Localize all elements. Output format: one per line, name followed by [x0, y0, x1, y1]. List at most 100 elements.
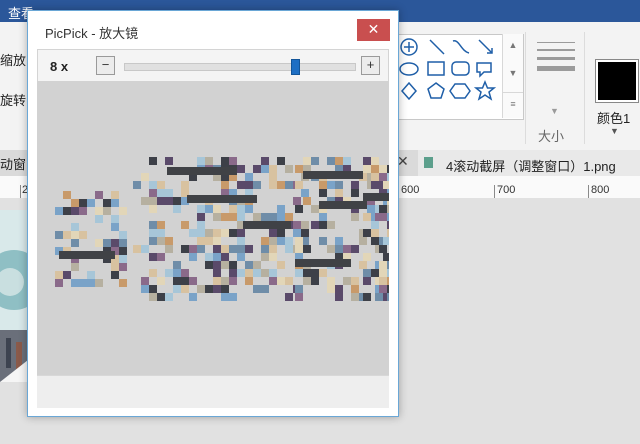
magnified-pixel — [327, 181, 335, 189]
ribbon-divider — [584, 32, 585, 144]
magnified-pixel — [363, 157, 371, 165]
magnified-pixel — [221, 157, 229, 165]
magnified-pixel — [149, 269, 157, 277]
magnified-pixel — [253, 181, 261, 189]
close-button[interactable]: ✕ — [357, 19, 390, 41]
magnified-pixel — [351, 245, 359, 253]
zoom-in-button[interactable]: + — [361, 56, 380, 75]
expand-icon[interactable]: ≡ — [503, 92, 523, 115]
magnified-pixel — [351, 189, 359, 197]
magnified-pixel — [277, 229, 285, 237]
magnified-pixel — [303, 197, 311, 205]
chevron-down-icon[interactable]: ▼ — [610, 126, 619, 136]
magnified-pixel — [181, 245, 189, 253]
magnified-pixel — [205, 261, 213, 269]
magnified-pixel — [229, 261, 237, 269]
magnified-pixel — [95, 239, 103, 247]
size-line-medium — [537, 49, 575, 51]
magnified-pixel — [229, 245, 237, 253]
magnified-pixel — [319, 221, 327, 229]
magnified-pixel — [387, 213, 389, 221]
magnified-pixel — [189, 277, 197, 285]
magnified-pixel — [95, 191, 103, 199]
shapes-scrollbar[interactable]: ▲ ▼ ≡ — [502, 34, 523, 118]
magnified-pixel — [189, 245, 197, 253]
magnified-pixel — [221, 213, 229, 221]
magnified-pixel — [213, 253, 221, 261]
magnified-pixel — [149, 293, 157, 301]
magnified-pixel — [335, 293, 343, 301]
magnified-pixel — [55, 231, 63, 239]
magnified-pixel — [285, 181, 293, 189]
magnifier-title: PicPick - 放大镜 — [45, 26, 139, 41]
magnified-pixel — [71, 231, 79, 239]
magnified-pixel — [165, 245, 173, 253]
magnified-pixel — [285, 293, 293, 301]
magnified-pixel — [277, 205, 285, 213]
zoom-slider-thumb[interactable] — [291, 59, 300, 75]
arrow-icon — [478, 39, 493, 54]
magnified-pixel — [335, 237, 343, 245]
tab-title[interactable]: 4滚动截屏（调整窗口）1.png — [446, 156, 616, 175]
magnified-pixel — [71, 263, 79, 271]
magnified-pixel — [363, 229, 371, 237]
magnified-pixel — [119, 263, 127, 271]
magnified-pixel — [157, 229, 165, 237]
image-thumbnail — [0, 210, 28, 382]
magnified-pixel — [245, 261, 253, 269]
magnified-pixel — [261, 253, 269, 261]
magnified-pixel — [359, 237, 367, 245]
scroll-up-icon[interactable]: ▲ — [503, 34, 523, 56]
magnified-pixel — [229, 229, 237, 237]
magnified-pixel — [205, 157, 213, 165]
chevron-down-icon[interactable]: ▼ — [550, 106, 559, 116]
close-icon: ✕ — [367, 21, 380, 37]
magnified-pixel — [173, 269, 181, 277]
magnified-pixel — [277, 261, 285, 269]
zoom-slider[interactable] — [124, 59, 356, 75]
magnified-pixel — [119, 231, 127, 239]
ruler-label: 700 — [497, 184, 516, 196]
ruler-label: 800 — [591, 184, 610, 196]
magnified-pixel — [295, 205, 303, 213]
magnified-pixel — [319, 213, 327, 221]
magnified-pixel — [245, 277, 253, 285]
magnifier-status-bar — [37, 375, 389, 408]
zoom-out-button[interactable]: − — [96, 56, 115, 75]
magnified-pixel — [213, 245, 221, 253]
color1-label[interactable]: 颜色1 — [597, 108, 630, 127]
magnified-pixel — [229, 157, 237, 165]
magnifier-title-bar[interactable]: PicPick - 放大镜 ✕ — [28, 11, 398, 49]
magnified-pixel — [111, 263, 119, 271]
magnified-pixels — [55, 157, 389, 301]
magnified-pixel — [351, 213, 359, 221]
magnified-pixel — [327, 221, 335, 229]
magnified-view — [37, 81, 389, 375]
resize-button[interactable]: 缩放 — [0, 50, 26, 69]
magnified-pixel — [343, 157, 351, 165]
line-size-button[interactable] — [533, 38, 579, 98]
magnified-pixel — [253, 269, 261, 277]
magnified-pixel — [335, 181, 343, 189]
scroll-down-icon[interactable]: ▼ — [503, 62, 523, 84]
magnified-pixel — [165, 269, 173, 277]
magnifier-window[interactable]: PicPick - 放大镜 ✕ 8 x − + — [27, 10, 399, 417]
line-icon — [429, 39, 445, 55]
magnified-pixel — [245, 205, 253, 213]
magnified-pixel — [335, 157, 343, 165]
tab-left-label[interactable]: 动窗 — [0, 154, 26, 173]
magnified-stroke — [187, 195, 257, 203]
magnified-pixel — [221, 229, 229, 237]
magnified-pixel — [181, 285, 189, 293]
magnified-pixel — [189, 229, 197, 237]
magnified-pixel — [293, 221, 301, 229]
magnified-pixel — [173, 197, 181, 205]
rotate-button[interactable]: 旋转 — [0, 90, 26, 109]
ruler-label: 600 — [401, 184, 420, 196]
magnified-pixel — [269, 253, 277, 261]
magnified-pixel — [173, 285, 181, 293]
magnified-pixel — [157, 237, 165, 245]
color1-swatch[interactable] — [595, 59, 639, 103]
magnified-pixel — [71, 279, 79, 287]
magnified-pixel — [261, 285, 269, 293]
